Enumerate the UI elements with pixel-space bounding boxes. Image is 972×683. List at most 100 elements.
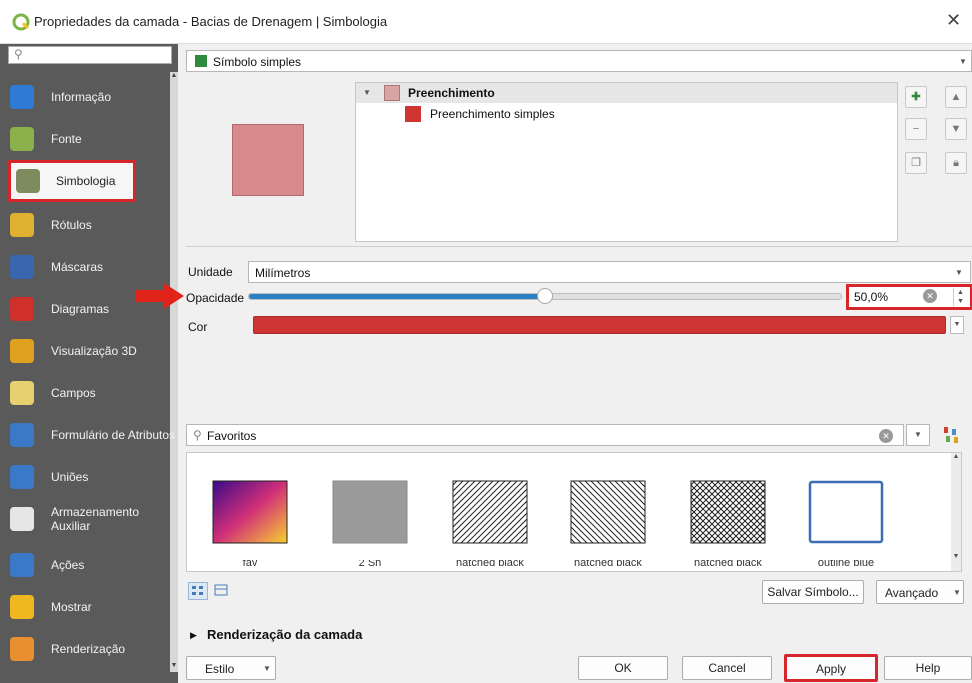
tree-row-fill[interactable]: ▼ Preenchimento: [356, 83, 897, 103]
sidebar-item-label: Renderização: [51, 642, 126, 656]
auxiliary-storage-icon: [10, 507, 34, 531]
sidebar-item-4[interactable]: Rótulos: [0, 204, 178, 246]
sidebar-item-label: Informação: [51, 90, 112, 104]
search-icon: ⚲: [193, 428, 202, 442]
annotation-arrow-icon: [136, 283, 184, 309]
chevron-down-icon: ▼: [955, 268, 963, 277]
source-icon: [10, 127, 34, 151]
unit-select[interactable]: Milímetros ▼: [248, 261, 971, 283]
search-icon: ⚲: [14, 47, 23, 61]
library-symbol-tile[interactable]: hatched black: [570, 480, 646, 569]
collapse-arrow-icon[interactable]: ▶: [190, 630, 197, 641]
qgis-logo-icon: [12, 13, 30, 31]
move-down-icon[interactable]: ▼: [945, 118, 967, 140]
sidebar-item-8[interactable]: Campos: [0, 372, 178, 414]
library-symbol-tile[interactable]: hatched black: [690, 480, 766, 569]
remove-layer-icon[interactable]: −: [905, 118, 927, 140]
sidebar-item-2[interactable]: Fonte: [0, 118, 178, 160]
style-menu-button[interactable]: Estilo ▼: [186, 656, 276, 680]
advanced-label: Avançado: [885, 586, 939, 600]
symbol-thumbnail: [570, 480, 646, 544]
opacity-slider-fill: [249, 294, 545, 299]
symbol-thumbnail: [212, 480, 288, 544]
list-view-icon[interactable]: [188, 582, 208, 600]
symbol-type-select[interactable]: Símbolo simples ▼: [186, 50, 972, 72]
move-up-icon[interactable]: ▲: [945, 86, 967, 108]
symbol-type-value: Símbolo simples: [213, 55, 302, 69]
spin-arrows-icon[interactable]: ▲ ▼: [953, 288, 967, 306]
tree-row-simple-fill[interactable]: Preenchimento simples: [400, 104, 700, 124]
color-menu-chevron-icon[interactable]: ▼: [950, 316, 964, 334]
sidebar-item-13[interactable]: Mostrar: [0, 586, 178, 628]
tile-caption: outline blue: [817, 560, 875, 569]
sidebar-item-1[interactable]: Informação: [0, 76, 178, 118]
rendering-brush-icon: [10, 637, 34, 661]
scroll-up-icon[interactable]: ▲: [951, 453, 961, 463]
symbol-thumbnail: [808, 480, 884, 544]
color-button[interactable]: [253, 316, 946, 334]
add-symbol-layer-icon[interactable]: ✚: [905, 86, 927, 108]
library-symbol-tile[interactable]: outline blue: [808, 480, 884, 569]
library-symbol-tile[interactable]: hatched black: [452, 480, 528, 569]
cancel-button[interactable]: Cancel: [682, 656, 772, 680]
rendering-section-header[interactable]: Renderização da camada: [207, 627, 362, 642]
sidebar-item-label: Simbologia: [56, 174, 116, 188]
fields-table-icon: [10, 381, 34, 405]
library-symbol-tile[interactable]: 2 Sh: [332, 480, 408, 569]
library-filter-select[interactable]: ▼: [906, 424, 930, 446]
library-symbol-tile[interactable]: fav: [212, 480, 288, 569]
clear-icon[interactable]: ✕: [923, 289, 937, 303]
sidebar-item-10[interactable]: Uniões: [0, 456, 178, 498]
info-icon: [10, 85, 34, 109]
sidebar-item-label: Visualização 3D: [51, 344, 137, 358]
title-bar: Propriedades da camada - Bacias de Drena…: [0, 0, 972, 44]
tile-caption: hatched black: [456, 560, 524, 569]
library-search-input[interactable]: ⚲ Favoritos ✕: [186, 424, 904, 446]
library-search-text: Favoritos: [207, 429, 257, 443]
display-tooltip-icon: [10, 595, 34, 619]
help-button[interactable]: Help: [884, 656, 972, 680]
opacity-spinbox[interactable]: 50,0% ✕ ▲ ▼: [846, 284, 972, 310]
save-symbol-button[interactable]: Salvar Símbolo...: [762, 580, 864, 604]
chevron-down-icon: ▼: [959, 57, 967, 66]
sidebar-item-label: Máscaras: [51, 260, 104, 274]
apply-button[interactable]: Apply: [784, 654, 878, 682]
sidebar-item-5[interactable]: Máscaras: [0, 246, 178, 288]
sidebar-item-label: Campos: [51, 386, 96, 400]
scroll-down-icon[interactable]: ▼: [951, 553, 961, 563]
chevron-down-icon: ▼: [953, 588, 961, 597]
fill-swatch-icon: [384, 85, 400, 101]
opacity-slider-handle[interactable]: [537, 288, 553, 304]
library-scrollbar[interactable]: ▲ ▼: [951, 453, 961, 571]
expand-arrow-icon[interactable]: ▼: [363, 88, 371, 97]
tile-caption: 2 Sh: [358, 560, 382, 569]
labels-abc-icon: [10, 213, 34, 237]
masks-abc-icon: [10, 255, 34, 279]
chevron-down-icon: ▼: [263, 664, 271, 673]
sidebar-item-9[interactable]: Formulário de Atributos: [0, 414, 178, 456]
symbol-thumbnail: [690, 480, 766, 544]
unit-value: Milímetros: [255, 266, 311, 280]
sidebar-item-label: Ações: [51, 558, 85, 572]
sidebar-search-input[interactable]: ⚲: [8, 46, 172, 64]
ok-button[interactable]: OK: [578, 656, 668, 680]
attribute-form-icon: [10, 423, 34, 447]
sidebar-item-12[interactable]: Ações: [0, 544, 178, 586]
lock-layer-icon[interactable]: 🔒︎: [945, 152, 967, 174]
sidebar-item-11[interactable]: Armazenamento Auxiliar: [0, 498, 178, 540]
duplicate-layer-icon[interactable]: ❐: [905, 152, 927, 174]
tile-caption: hatched black: [694, 560, 762, 569]
table-view-icon[interactable]: [212, 582, 232, 600]
sidebar-item-3[interactable]: Simbologia: [0, 160, 178, 202]
sidebar-item-label: Formulário de Atributos: [51, 428, 176, 442]
sidebar-item-7[interactable]: Visualização 3D: [0, 330, 178, 372]
sidebar-item-14[interactable]: Renderização: [0, 628, 178, 670]
close-icon[interactable]: ✕: [946, 10, 961, 31]
sidebar-item-label: Armazenamento Auxiliar: [51, 505, 140, 533]
symbol-type-icon: [195, 55, 207, 67]
symbol-preview: [232, 124, 304, 196]
advanced-button[interactable]: Avançado ▼: [876, 580, 964, 604]
style-manager-icon[interactable]: [940, 425, 962, 445]
color-label: Cor: [188, 320, 208, 334]
clear-icon[interactable]: ✕: [879, 429, 893, 443]
